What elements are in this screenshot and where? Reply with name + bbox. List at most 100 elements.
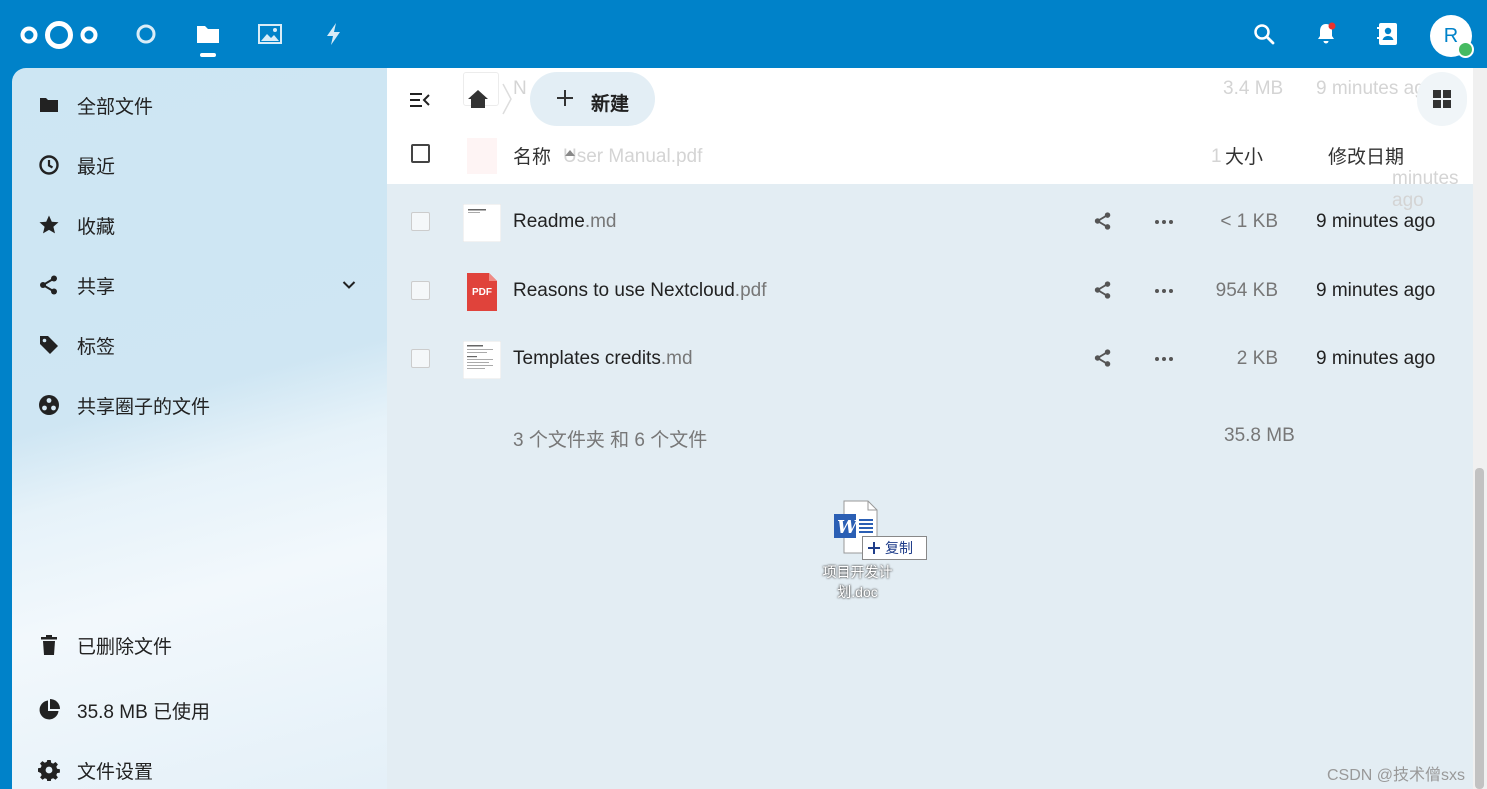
ghost-pdf-thumbnail [467, 138, 497, 174]
column-header-modified[interactable]: 修改日期 [1328, 142, 1404, 169]
plus-icon [868, 542, 880, 554]
file-name[interactable]: Reasons to use Nextcloud.pdf [513, 280, 767, 302]
share-icon[interactable] [1093, 211, 1115, 233]
star-icon [38, 214, 60, 236]
files-list-header: N 3.4 MB 9 minutes ago User Manual.pdf 1… [387, 68, 1473, 211]
text-file-thumbnail [462, 340, 502, 380]
table-row[interactable]: Templates credits.md 2 KB 9 minutes ago [387, 326, 1473, 394]
ghost-file-size: 1 [1211, 146, 1222, 167]
nav-label: 共享 [77, 276, 116, 298]
dragged-file-name: 项目开发计 划.doc [810, 562, 905, 602]
file-modified: 9 minutes ago [1316, 211, 1436, 232]
file-name[interactable]: Readme.md [513, 211, 617, 233]
share-icon [38, 274, 60, 296]
file-size: 2 KB [1236, 348, 1278, 369]
lightning-icon[interactable] [320, 20, 348, 48]
nav-label: 标签 [77, 336, 116, 358]
nav-tags[interactable]: 标签 [12, 323, 387, 367]
notifications-icon[interactable] [1312, 20, 1340, 48]
file-extension: .md [660, 348, 693, 369]
plus-icon [557, 90, 573, 106]
nav-circles[interactable]: 共享圈子的文件 [12, 383, 387, 427]
copy-tooltip: 复制 [862, 536, 927, 560]
active-app-indicator [200, 53, 216, 57]
image-icon[interactable] [256, 20, 284, 48]
row-checkbox[interactable] [411, 212, 430, 231]
circles-icon [38, 394, 60, 416]
file-modified: 9 minutes ago [1316, 280, 1436, 301]
watermark: CSDN @技术僧sxs [1327, 767, 1466, 784]
grid-view-toggle[interactable] [1417, 72, 1467, 126]
nav-label: 共享圈子的文件 [77, 396, 211, 418]
folder-icon [38, 94, 60, 116]
ghost-file-name: User Manual.pdf [563, 146, 703, 167]
sort-ascending-icon [565, 150, 575, 156]
nav-label: 全部文件 [77, 96, 154, 118]
nav-shares[interactable]: 共享 [12, 263, 387, 307]
gear-icon [38, 759, 60, 781]
nav-label: 已删除文件 [77, 636, 173, 658]
new-button[interactable]: 新建 [530, 72, 655, 126]
pie-chart-icon [38, 699, 60, 721]
contacts-icon[interactable] [1374, 20, 1402, 48]
column-header-size[interactable]: 大小 [1225, 142, 1263, 169]
search-icon[interactable] [1250, 20, 1278, 48]
grid-icon [1433, 90, 1451, 108]
more-actions-icon[interactable] [1153, 348, 1175, 370]
dragged-file: W 复制 项目开发计 划.doc [810, 498, 930, 608]
online-status-badge [1457, 41, 1474, 58]
ghost-file-size: 3.4 MB [1223, 78, 1284, 99]
file-name[interactable]: Templates credits.md [513, 348, 693, 370]
nextcloud-logo[interactable] [20, 18, 98, 52]
row-checkbox[interactable] [411, 281, 430, 300]
file-extension: .md [584, 211, 617, 232]
nav-label: 收藏 [77, 216, 116, 238]
file-basename: Templates credits [513, 348, 661, 369]
scrollbar-thumb[interactable] [1475, 468, 1484, 789]
files-navigation: 全部文件 最近 收藏 共享 标签 共享圈子的文件 已删除文件 35.8 MB 已… [12, 68, 387, 789]
select-all-checkbox[interactable] [411, 144, 430, 163]
more-actions-icon[interactable] [1153, 280, 1175, 302]
file-size: 954 KB [1215, 280, 1278, 301]
table-row[interactable]: PDF Reasons to use Nextcloud.pdf 954 KB … [387, 258, 1473, 326]
column-header-name[interactable]: 名称 [513, 142, 551, 169]
file-modified: 9 minutes ago [1316, 348, 1436, 369]
share-icon[interactable] [1093, 280, 1115, 302]
dragged-file-name-line: 项目开发计 [822, 564, 893, 580]
row-checkbox[interactable] [411, 349, 430, 368]
table-row[interactable]: Readme.md < 1 KB 9 minutes ago [387, 189, 1473, 257]
toggle-navigation-icon[interactable] [407, 87, 433, 113]
text-file-thumbnail [462, 203, 502, 243]
top-header: R [0, 0, 1487, 68]
pdf-badge: PDF [472, 287, 492, 298]
vertical-scrollbar[interactable] [1473, 68, 1487, 789]
ghost-file-name: N [513, 78, 527, 99]
dashboard-icon[interactable] [132, 20, 160, 48]
nav-files-settings[interactable]: 文件设置 [12, 748, 387, 789]
share-icon[interactable] [1093, 348, 1115, 370]
avatar-initial: R [1443, 24, 1459, 47]
file-basename: Readme [513, 211, 585, 232]
chevron-down-icon[interactable] [340, 276, 358, 294]
storage-quota-label: 35.8 MB 已使用 [77, 701, 211, 723]
more-actions-icon[interactable] [1153, 211, 1175, 233]
tag-icon [38, 334, 60, 356]
trash-icon [38, 634, 60, 656]
storage-quota[interactable]: 35.8 MB 已使用 [12, 688, 387, 732]
new-button-label: 新建 [591, 94, 630, 115]
nav-deleted-files[interactable]: 已删除文件 [12, 623, 387, 667]
nav-all-files[interactable]: 全部文件 [12, 83, 387, 127]
clock-icon [38, 154, 60, 176]
folder-icon[interactable] [194, 20, 222, 48]
svg-text:W: W [837, 517, 859, 538]
file-basename: Reasons to use Nextcloud [513, 280, 735, 301]
files-summary: 3 个文件夹 和 6 个文件 [513, 430, 708, 451]
file-size: < 1 KB [1220, 211, 1278, 232]
home-icon[interactable] [465, 86, 491, 112]
breadcrumb-separator-icon [499, 82, 515, 116]
nav-label: 文件设置 [77, 761, 154, 783]
nav-recent[interactable]: 最近 [12, 143, 387, 187]
files-list-area: N 3.4 MB 9 minutes ago User Manual.pdf 1… [387, 68, 1473, 789]
nav-favorites[interactable]: 收藏 [12, 203, 387, 247]
dragged-file-name-line: 划.doc [837, 584, 878, 600]
